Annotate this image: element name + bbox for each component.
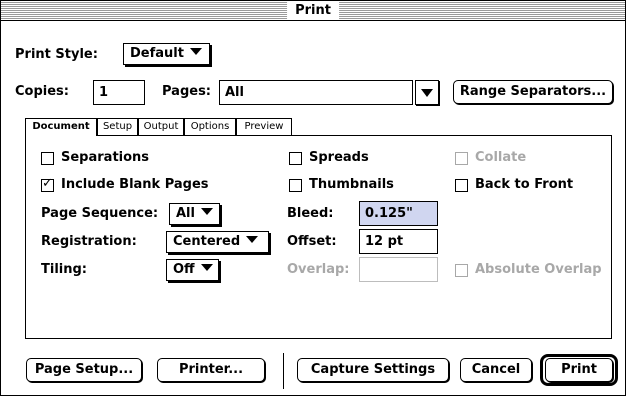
copies-field[interactable]: 1 [93, 80, 145, 105]
chevron-down-icon [421, 89, 433, 97]
spreads-label: Spreads [309, 150, 369, 165]
back-to-front-checkbox[interactable] [455, 179, 468, 192]
overlap-field[interactable] [359, 257, 438, 282]
print-style-popup[interactable]: Default [123, 43, 210, 65]
tab-output[interactable]: Output [138, 118, 184, 135]
offset-field[interactable]: 12 pt [359, 229, 438, 254]
print-button[interactable]: Print [545, 358, 613, 382]
chevron-down-icon [200, 264, 213, 271]
offset-label: Offset: [287, 234, 337, 249]
offset-value: 12 pt [365, 234, 404, 249]
tab-preview[interactable]: Preview [236, 118, 292, 135]
pages-label: Pages: [162, 84, 212, 99]
include-blank-pages-checkbox[interactable]: ✓ [41, 176, 54, 192]
print-style-label: Print Style: [15, 47, 98, 62]
absolute-overlap-label: Absolute Overlap [475, 262, 602, 277]
copies-label: Copies: [15, 84, 69, 99]
registration-value: Centered [173, 234, 241, 249]
window-title: Print [287, 2, 339, 19]
collate-label: Collate [475, 150, 527, 165]
tab-document[interactable]: Document [25, 118, 97, 136]
tab-setup[interactable]: Setup [97, 118, 138, 135]
pages-value: All [225, 85, 244, 100]
pages-field[interactable]: All [219, 80, 413, 105]
cancel-button[interactable]: Cancel [460, 358, 532, 382]
print-style-value: Default [130, 46, 184, 61]
back-to-front-label: Back to Front [475, 177, 574, 192]
button-divider [283, 353, 284, 389]
tiling-label: Tiling: [41, 262, 87, 277]
bleed-label: Bleed: [287, 206, 334, 221]
spreads-checkbox[interactable] [289, 152, 302, 165]
thumbnails-checkbox[interactable] [289, 179, 302, 192]
title-bar[interactable]: Print [1, 1, 625, 21]
registration-popup[interactable]: Centered [166, 231, 269, 253]
chevron-down-icon [189, 48, 202, 55]
page-sequence-value: All [176, 206, 195, 221]
tiling-value: Off [173, 262, 195, 277]
tab-options[interactable]: Options [184, 118, 236, 135]
range-separators-button[interactable]: Range Separators... [453, 80, 613, 104]
chevron-down-icon [246, 236, 259, 243]
tiling-popup[interactable]: Off [166, 259, 219, 281]
separations-label: Separations [61, 150, 150, 165]
copies-value: 1 [99, 85, 109, 100]
bleed-field[interactable]: 0.125" [359, 201, 438, 226]
absolute-overlap-checkbox[interactable] [455, 264, 468, 277]
document-tab-panel: Separations Spreads Collate ✓ Include Bl… [25, 135, 612, 339]
collate-checkbox[interactable] [455, 152, 468, 165]
page-sequence-label: Page Sequence: [41, 206, 159, 221]
chevron-down-icon [200, 208, 213, 215]
registration-label: Registration: [41, 234, 137, 249]
overlap-label: Overlap: [287, 262, 350, 277]
page-setup-button[interactable]: Page Setup... [26, 358, 142, 382]
checkmark-icon: ✓ [42, 176, 53, 191]
separations-checkbox[interactable] [41, 152, 54, 165]
include-blank-pages-label: Include Blank Pages [61, 177, 209, 192]
page-sequence-popup[interactable]: All [169, 203, 220, 225]
capture-settings-button[interactable]: Capture Settings [297, 358, 449, 382]
print-dialog: Print Print Style: Default Copies: 1 Pag… [0, 0, 626, 396]
bleed-value: 0.125" [365, 206, 413, 221]
printer-button[interactable]: Printer... [157, 358, 265, 382]
pages-dropdown-button[interactable] [415, 80, 439, 105]
thumbnails-label: Thumbnails [309, 177, 394, 192]
